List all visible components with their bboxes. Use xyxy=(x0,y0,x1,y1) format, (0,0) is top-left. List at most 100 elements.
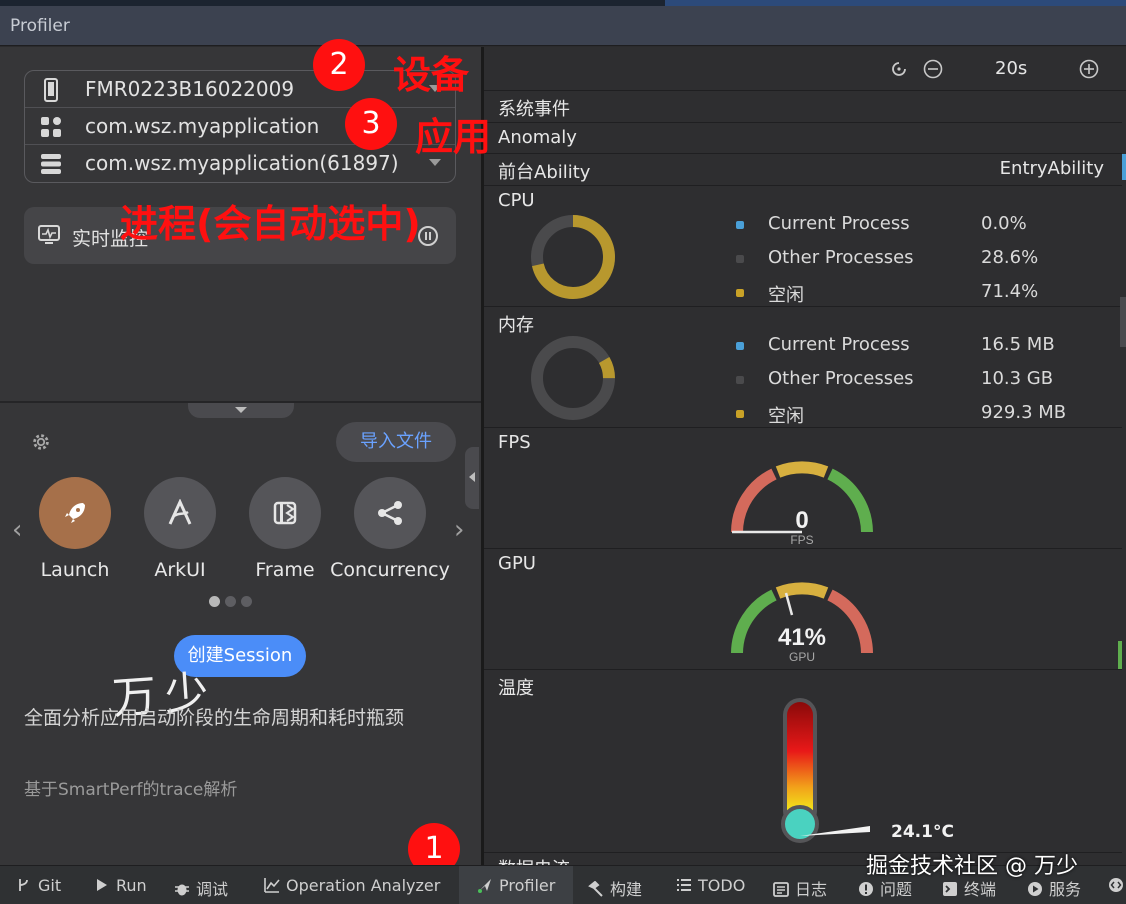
terminal-icon xyxy=(943,882,957,896)
temperature-section[interactable]: 温度 24.1°C xyxy=(484,670,1122,853)
carousel-dots xyxy=(209,592,257,611)
vertical-scrollbar[interactable] xyxy=(1120,297,1126,347)
log-icon xyxy=(773,882,789,897)
fps-section[interactable]: FPS 0 FPS xyxy=(484,428,1122,549)
process-value: com.wsz.myapplication(61897) xyxy=(85,151,399,175)
tab-git[interactable]: Git xyxy=(16,876,61,895)
legend-swatch xyxy=(736,410,744,418)
tab-label: Run xyxy=(116,876,147,895)
phone-icon xyxy=(44,78,58,102)
memory-section[interactable]: 内存 Current Process 16.5 MB Other Processe… xyxy=(484,307,1122,428)
tab-label: Git xyxy=(38,876,62,895)
fps-title: FPS xyxy=(498,432,531,453)
annotation-app: 应用 xyxy=(415,115,492,159)
watermark: 掘金技术社区 @ 万少 xyxy=(866,854,1078,879)
carousel-dot[interactable] xyxy=(225,596,236,607)
memory-donut-chart xyxy=(531,336,615,420)
legend-name: 空闲 xyxy=(768,406,804,427)
gear-icon[interactable] xyxy=(30,431,52,453)
temperature-title: 温度 xyxy=(498,678,534,699)
run-icon xyxy=(97,879,107,891)
annotation-badge-3: 3 xyxy=(345,98,397,150)
template-subtitle: 基于SmartPerf的trace解析 xyxy=(24,780,238,800)
tab-label: Profiler xyxy=(499,876,556,895)
gpu-value: 41% xyxy=(778,624,826,651)
annotation-device: 设备 xyxy=(393,53,470,97)
tab-debug[interactable]: 调试 xyxy=(174,876,228,900)
legend-value: 0.0% xyxy=(981,213,1027,234)
device-selector[interactable]: FMR0223B16022009 xyxy=(25,71,455,108)
tab-label: 调试 xyxy=(196,880,229,899)
foreground-ability-value: EntryAbility xyxy=(999,158,1104,179)
annotation-badge-2: 2 xyxy=(313,39,365,91)
import-file-button[interactable]: 导入文件 xyxy=(336,422,456,462)
temperature-value: 24.1°C xyxy=(891,822,954,842)
tab-log[interactable]: 日志 xyxy=(773,876,827,900)
tab-profiler[interactable]: Profiler xyxy=(477,876,555,895)
gpu-title: GPU xyxy=(498,553,536,574)
reset-icon[interactable] xyxy=(889,59,909,79)
template-arkui[interactable]: ArkUI xyxy=(120,477,240,587)
tool-window-titlebar: Profiler xyxy=(0,6,1126,46)
tab-build[interactable]: 构建 xyxy=(588,876,642,900)
cpu-title: CPU xyxy=(498,190,535,211)
tab-more[interactable] xyxy=(1108,876,1126,895)
gpu-unit: GPU xyxy=(789,650,815,664)
legend-name: Current Process xyxy=(768,213,910,234)
gpu-gauge: 41% GPU xyxy=(731,582,873,664)
tab-run[interactable]: Run xyxy=(94,876,147,895)
legend-swatch xyxy=(736,255,744,263)
fps-gauge: 0 FPS xyxy=(731,461,873,547)
template-frame[interactable]: Frame xyxy=(225,477,345,587)
git-branch-icon xyxy=(19,879,28,891)
arkui-icon xyxy=(144,477,216,549)
ability-marker xyxy=(1122,154,1126,180)
bug-icon xyxy=(175,884,189,896)
anomaly-row[interactable]: Anomaly xyxy=(484,123,1122,154)
services-icon xyxy=(1028,882,1042,896)
legend-swatch xyxy=(736,342,744,350)
tab-label: 日志 xyxy=(795,880,828,899)
pause-icon[interactable] xyxy=(418,226,438,246)
tab-todo[interactable]: TODO xyxy=(676,876,745,895)
system-events-row[interactable]: 系统事件 xyxy=(484,91,1122,123)
tab-label: Operation Analyzer xyxy=(286,876,441,895)
time-window: 20s xyxy=(995,58,1028,79)
template-launch[interactable]: Launch xyxy=(15,477,135,587)
carousel-dot[interactable] xyxy=(241,596,252,607)
legend-value: 10.3 GB xyxy=(981,368,1054,389)
hammer-icon xyxy=(588,881,603,897)
process-selector[interactable]: com.wsz.myapplication(61897) xyxy=(25,145,455,182)
chart-line-icon xyxy=(264,878,280,893)
profiler-icon xyxy=(478,879,491,893)
tab-label: 终端 xyxy=(964,880,997,899)
anomaly-label: Anomaly xyxy=(498,127,577,148)
tab-label: TODO xyxy=(698,876,746,895)
legend-name: Current Process xyxy=(768,334,910,355)
warning-circle-icon xyxy=(859,882,873,896)
cpu-donut-chart xyxy=(531,215,615,299)
tab-label: 问题 xyxy=(880,880,913,899)
cpu-section[interactable]: CPU Current Process 0.0% Other Processes 2… xyxy=(484,186,1122,307)
monitor-icon xyxy=(38,225,60,244)
gpu-marker xyxy=(1118,641,1122,669)
legend-value: 929.3 MB xyxy=(981,402,1067,423)
template-concurrency[interactable]: Concurrency xyxy=(330,477,450,587)
legend-value: 28.6% xyxy=(981,247,1039,268)
frame-icon xyxy=(249,477,321,549)
zoom-out-icon[interactable] xyxy=(923,59,943,79)
collapse-handle[interactable] xyxy=(188,403,294,418)
template-label: Launch xyxy=(40,559,110,581)
device-value: FMR0223B16022009 xyxy=(85,77,295,101)
system-events-label: 系统事件 xyxy=(498,99,570,120)
carousel-dot[interactable] xyxy=(209,596,220,607)
gpu-section[interactable]: GPU 41% GPU xyxy=(484,549,1122,670)
template-label: ArkUI xyxy=(154,559,206,581)
tab-operation-analyzer[interactable]: Operation Analyzer xyxy=(264,876,440,895)
template-description: 全面分析应用启动阶段的生命周期和耗时瓶颈 xyxy=(24,707,405,729)
zoom-in-icon[interactable] xyxy=(1079,59,1099,79)
foreground-ability-row[interactable]: 前台Ability EntryAbility xyxy=(484,154,1122,186)
rocket-icon xyxy=(39,477,111,549)
chevron-right-icon[interactable]: › xyxy=(454,515,464,545)
side-collapse-handle[interactable] xyxy=(465,447,479,509)
